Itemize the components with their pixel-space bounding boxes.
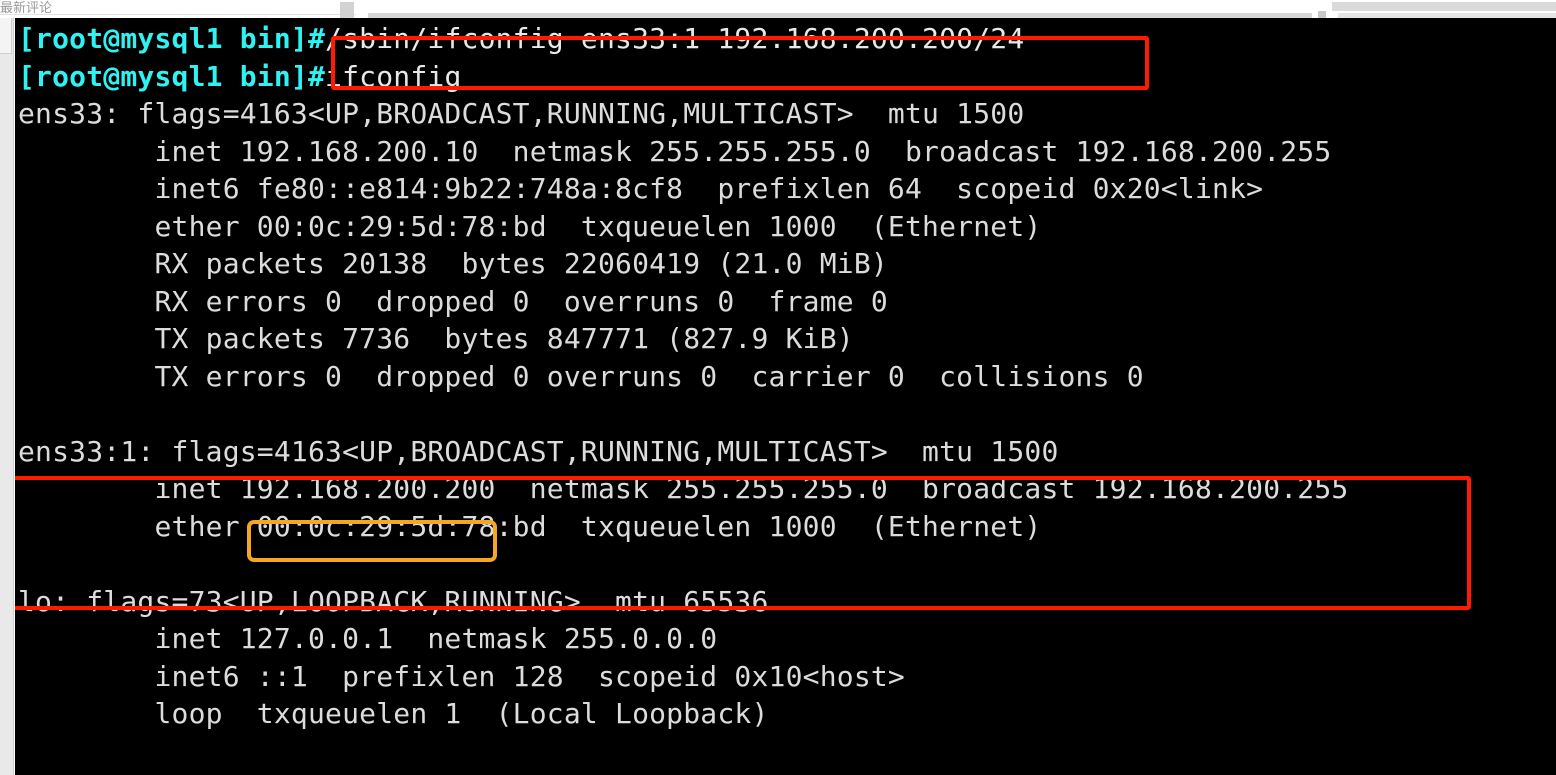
terminal-line: RX errors 0 dropped 0 overruns 0 frame 0 <box>18 284 888 318</box>
terminal-line: loop txqueuelen 1 (Local Loopback) <box>18 697 769 730</box>
shell-command: /sbin/ifconfig ens33:1 192.168.200.200/2… <box>325 22 1025 55</box>
terminal-line: inet 192.168.200.10 netmask 255.255.255.… <box>18 134 1332 168</box>
terminal-line: inet6 ::1 prefixlen 128 scopeid 0x10<hos… <box>18 659 905 693</box>
terminal-line: inet 192.168.200.200 netmask 255.255.255… <box>18 472 1349 505</box>
terminal-line: RX packets 20138 bytes 22060419 (21.0 Mi… <box>18 247 888 280</box>
terminal-line: ether 00:0c:29:5d:78:bd txqueuelen 1000 … <box>18 209 1042 243</box>
shell-prompt: [root@mysql1 bin]# <box>18 22 326 55</box>
terminal-line: ether 00:0c:29:5d:78:bd txqueuelen 1000 … <box>18 509 1042 543</box>
page-left-gutter <box>0 18 14 775</box>
page-gutter-tab <box>0 18 12 54</box>
chrome-placeholder-bar-d <box>1332 2 1556 11</box>
chrome-placeholder-bar-a <box>340 2 354 18</box>
terminal-line: TX packets 7736 bytes 847771 (827.9 KiB) <box>18 322 854 355</box>
terminal-line: inet6 fe80::e814:9b22:748a:8cf8 prefixle… <box>18 172 1264 205</box>
terminal-line: ens33:1: flags=4163<UP,BROADCAST,RUNNING… <box>18 434 1059 468</box>
terminal-line: lo: flags=73<UP,LOOPBACK,RUNNING> mtu 65… <box>18 584 769 618</box>
terminal-line: TX errors 0 dropped 0 overruns 0 carrier… <box>18 359 1144 393</box>
terminal-line: [root@mysql1 bin]#ifconfig <box>15 58 1556 96</box>
terminal-line: [root@mysql1 bin]#/sbin/ifconfig ens33:1… <box>15 20 1556 58</box>
terminal-line: inet 127.0.0.1 netmask 255.0.0.0 <box>18 622 718 655</box>
terminal-output: [root@mysql1 bin]#/sbin/ifconfig ens33:1… <box>15 20 1556 733</box>
screenshot-root: 最新评论 [root@mysql1 bin]#/sbin/ifconfig en… <box>0 0 1556 775</box>
shell-prompt: [root@mysql1 bin]# <box>18 59 326 93</box>
terminal-line: ens33: flags=4163<UP,BROADCAST,RUNNING,M… <box>18 97 1025 130</box>
shell-command: ifconfig <box>325 59 462 93</box>
terminal-window[interactable]: [root@mysql1 bin]#/sbin/ifconfig ens33:1… <box>15 18 1556 775</box>
